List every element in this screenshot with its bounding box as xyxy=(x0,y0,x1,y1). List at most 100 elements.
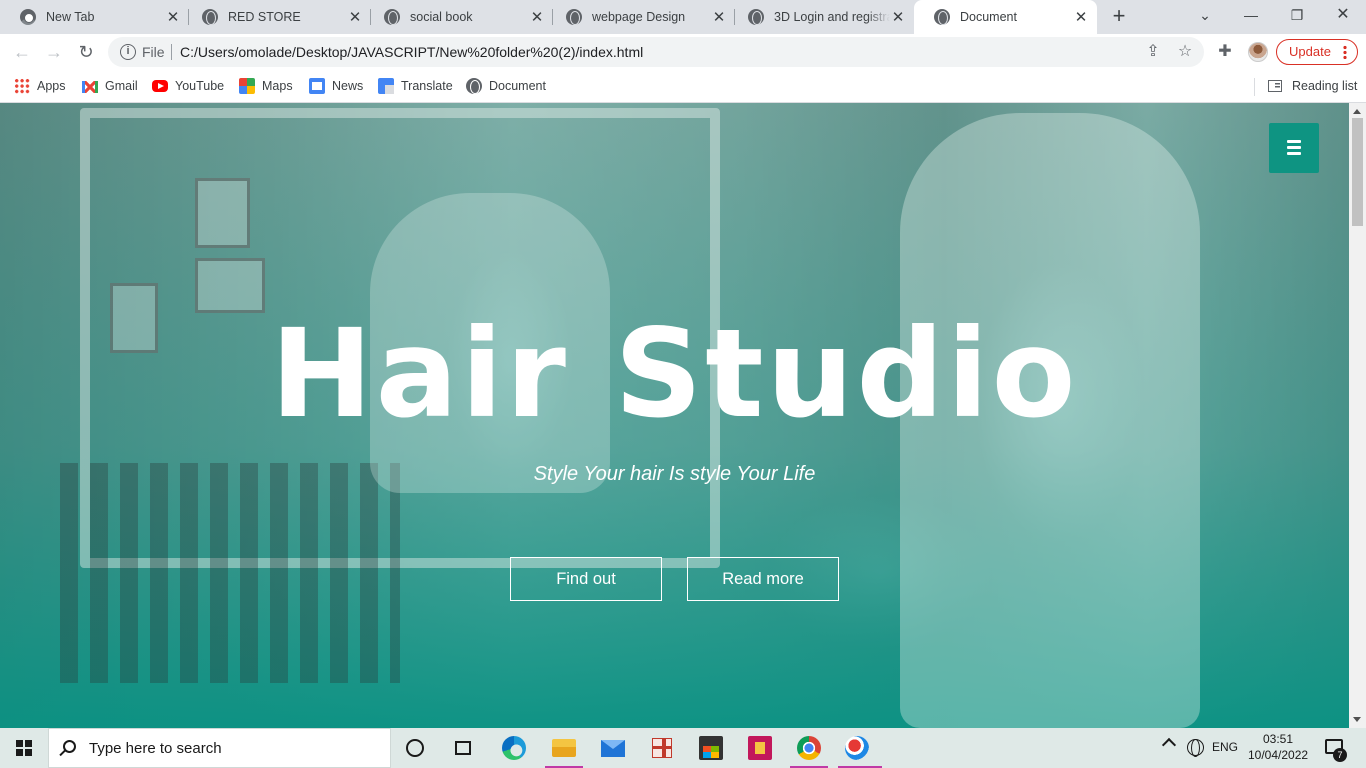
globe-icon xyxy=(466,78,482,94)
bookmark-gmail[interactable]: Gmail xyxy=(82,76,138,96)
bookmark-apps[interactable]: Apps xyxy=(14,76,66,96)
bookmark-label: News xyxy=(332,79,364,93)
bookmark-label: YouTube xyxy=(175,79,225,93)
reading-list-label: Reading list xyxy=(1292,79,1358,93)
profile-avatar[interactable] xyxy=(1248,42,1268,62)
globe-icon xyxy=(202,9,218,25)
share-icon[interactable]: ⇪ xyxy=(1144,43,1162,61)
close-icon[interactable]: ✕ xyxy=(1073,8,1089,26)
edge-browser-icon[interactable] xyxy=(502,736,526,760)
tab-search-dropdown-icon[interactable]: ⌄ xyxy=(1182,0,1228,34)
info-icon[interactable]: i xyxy=(120,44,136,60)
find-out-button[interactable]: Find out xyxy=(510,557,662,601)
url-text[interactable]: C:/Users/omolade/Desktop/JAVASCRIPT/New%… xyxy=(180,44,643,60)
scroll-down-icon[interactable] xyxy=(1353,717,1361,722)
tab-label: Document xyxy=(960,10,1017,24)
bookmarks-bar: Apps Gmail YouTube Maps News Translate D… xyxy=(0,70,1366,103)
bookmark-star-icon[interactable]: ☆ xyxy=(1176,43,1194,61)
menu-bar xyxy=(1287,152,1301,155)
reload-button[interactable]: ↻ xyxy=(74,40,98,64)
clock-date: 10/04/2022 xyxy=(1248,748,1309,762)
restore-button[interactable]: ❐ xyxy=(1274,0,1320,34)
close-icon[interactable]: ✕ xyxy=(347,8,363,26)
system-clock[interactable]: 03:51 10/04/2022 xyxy=(1248,731,1308,763)
menu-bar xyxy=(1287,146,1301,149)
bookmark-document[interactable]: Document xyxy=(466,76,546,96)
youtube-icon xyxy=(152,80,168,92)
bookmark-translate[interactable]: Translate xyxy=(378,76,453,96)
gmail-icon xyxy=(82,81,98,93)
bookmarks-divider xyxy=(1254,78,1255,96)
cortana-icon[interactable] xyxy=(406,739,424,757)
windows-start-icon[interactable] xyxy=(16,740,32,756)
bookmark-youtube[interactable]: YouTube xyxy=(152,76,224,96)
tab-label: 3D Login and registrati xyxy=(774,10,890,24)
tab-3d-login[interactable]: 3D Login and registrati ✕ xyxy=(728,0,914,34)
bookmark-label: Maps xyxy=(262,79,293,93)
globe-icon xyxy=(566,9,582,25)
close-icon[interactable]: ✕ xyxy=(711,8,727,26)
tab-webpage-design[interactable]: webpage Design ✕ xyxy=(546,0,735,34)
apps-grid-icon xyxy=(14,78,30,94)
minimize-button[interactable]: — xyxy=(1228,0,1274,34)
bookmark-label: Apps xyxy=(37,79,66,93)
hero-subtitle: Style Your hair Is style Your Life xyxy=(533,463,816,485)
chrome-icon[interactable] xyxy=(797,736,821,760)
read-more-button[interactable]: Read more xyxy=(687,557,839,601)
tab-new-tab[interactable]: New Tab ✕ xyxy=(0,0,189,34)
news-icon xyxy=(309,78,325,94)
background-frame xyxy=(195,258,265,313)
reading-list-button[interactable]: Reading list xyxy=(1268,76,1357,96)
page-scrollbar[interactable] xyxy=(1349,103,1366,728)
forward-button[interactable]: → xyxy=(42,40,66,64)
file-explorer-icon[interactable] xyxy=(552,739,576,757)
paint-app-icon[interactable] xyxy=(845,736,869,760)
bookmark-label: Translate xyxy=(401,79,453,93)
gift-icon[interactable] xyxy=(652,738,672,758)
input-language[interactable]: ENG xyxy=(1212,740,1238,754)
address-bar[interactable]: i File C:/Users/omolade/Desktop/JAVASCRI… xyxy=(108,37,1204,67)
tab-label: webpage Design xyxy=(592,10,686,24)
tab-document[interactable]: Document ✕ xyxy=(914,0,1097,34)
background-frame xyxy=(195,178,250,248)
bookmark-label: Document xyxy=(489,79,546,93)
close-icon[interactable]: ✕ xyxy=(165,8,181,26)
bookmark-news[interactable]: News xyxy=(309,76,363,96)
taskbar-search-box[interactable]: Type here to search xyxy=(48,728,391,768)
globe-icon xyxy=(384,9,400,25)
reading-list-icon xyxy=(1268,80,1282,92)
new-tab-button[interactable]: + xyxy=(1108,5,1130,27)
menu-bar xyxy=(1287,140,1301,143)
more-menu-icon xyxy=(1343,45,1347,59)
page-viewport: Hair Studio Style Your hair Is style You… xyxy=(0,103,1349,728)
mail-icon[interactable] xyxy=(601,740,625,757)
scheme-label: File xyxy=(142,44,165,60)
clock-time: 03:51 xyxy=(1262,732,1294,746)
app-icon[interactable] xyxy=(748,736,772,760)
omnibox-separator xyxy=(171,44,172,60)
microsoft-store-icon[interactable] xyxy=(699,736,723,760)
browser-toolbar: ← → ↻ i File C:/Users/omolade/Desktop/JA… xyxy=(0,34,1366,70)
search-icon xyxy=(63,740,76,753)
globe-icon xyxy=(748,9,764,25)
close-icon[interactable]: ✕ xyxy=(529,8,545,26)
task-view-icon[interactable] xyxy=(455,741,471,755)
bookmark-maps[interactable]: Maps xyxy=(239,76,293,96)
maps-icon xyxy=(239,78,255,94)
tab-label: RED STORE xyxy=(228,10,301,24)
hero-section: Hair Studio Style Your hair Is style You… xyxy=(0,103,1349,728)
update-button[interactable]: Update xyxy=(1276,39,1358,65)
show-hidden-icons-chevron-icon[interactable] xyxy=(1161,737,1177,753)
scroll-thumb[interactable] xyxy=(1352,118,1363,226)
scroll-up-icon[interactable] xyxy=(1353,109,1361,114)
search-placeholder: Type here to search xyxy=(89,740,222,757)
close-icon[interactable]: ✕ xyxy=(890,8,906,26)
network-globe-icon[interactable] xyxy=(1187,739,1204,757)
back-button[interactable]: ← xyxy=(10,40,34,64)
tab-social-book[interactable]: social book ✕ xyxy=(364,0,553,34)
close-window-button[interactable]: ✕ xyxy=(1320,0,1366,34)
extensions-puzzle-icon[interactable]: ✚ xyxy=(1216,43,1234,61)
hamburger-menu-button[interactable] xyxy=(1269,123,1319,173)
tab-red-store[interactable]: RED STORE ✕ xyxy=(182,0,371,34)
tab-label: New Tab xyxy=(46,10,95,24)
